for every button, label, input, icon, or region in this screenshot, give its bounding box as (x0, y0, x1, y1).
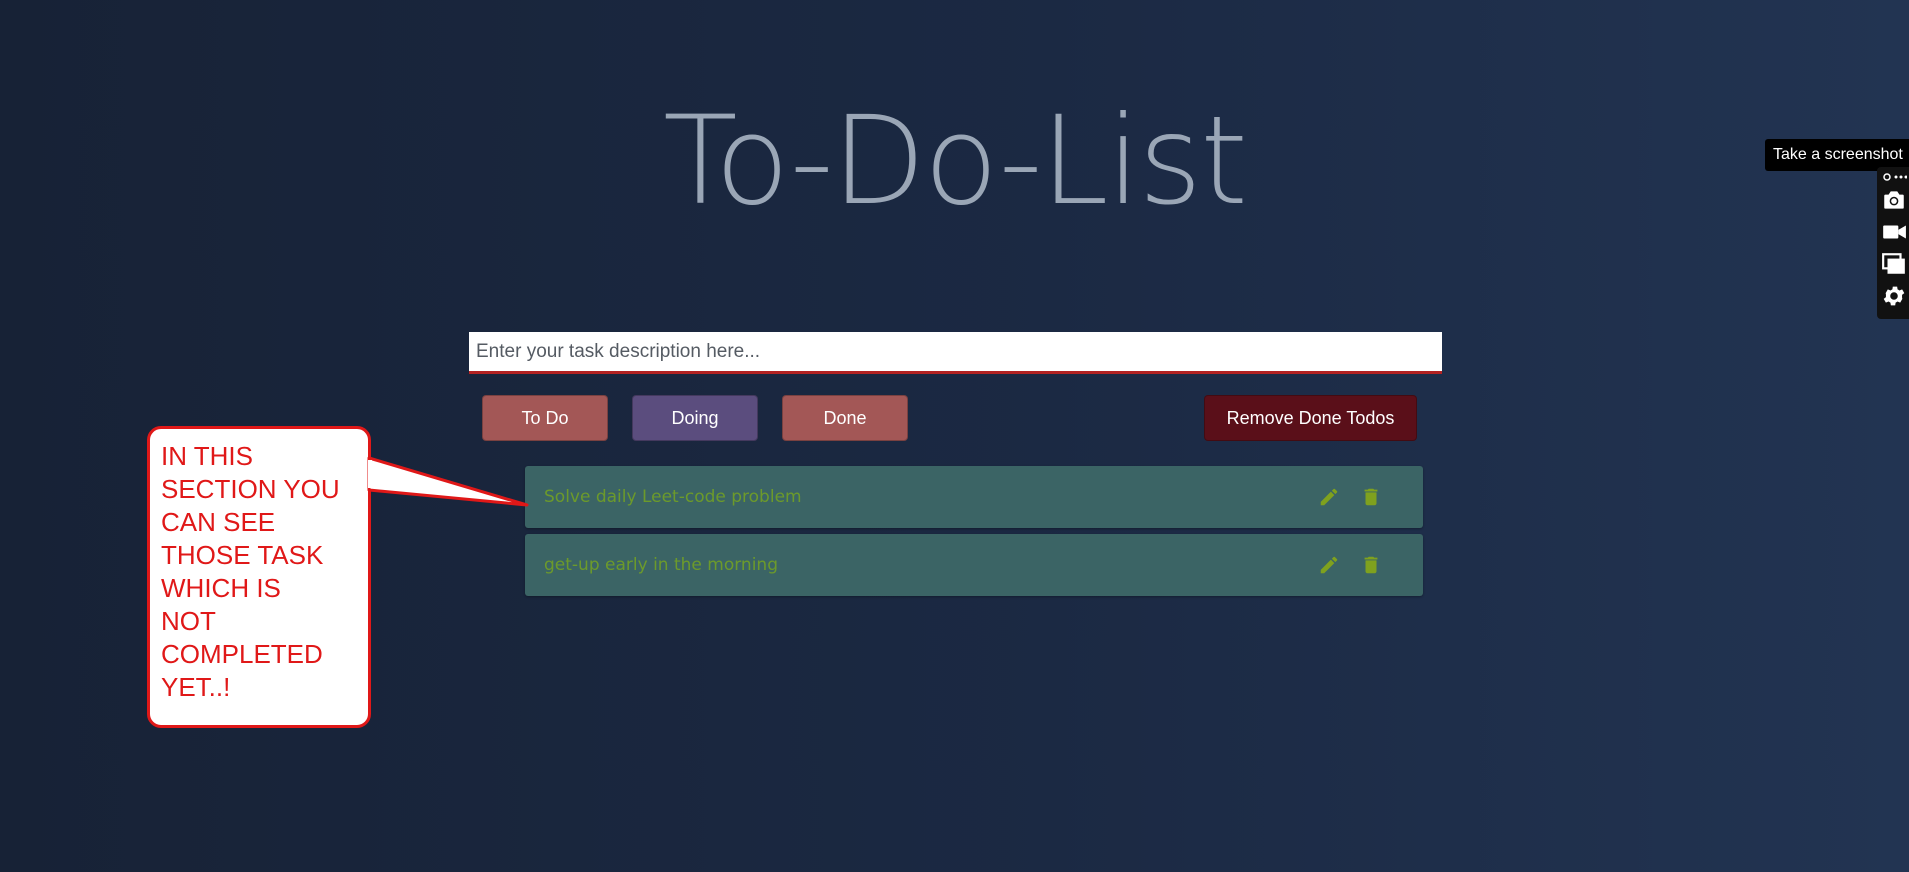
trash-icon[interactable] (1360, 486, 1382, 508)
pencil-icon[interactable] (1318, 486, 1340, 508)
done-filter-button[interactable]: Done (782, 395, 908, 441)
window-icon[interactable] (1881, 251, 1907, 277)
todo-filter-button[interactable]: To Do (482, 395, 608, 441)
annotation-text: IN THIS SECTION YOU CAN SEE THOSE TASK W… (161, 441, 340, 702)
gear-icon[interactable] (1881, 283, 1907, 309)
camera-icon[interactable] (1881, 187, 1907, 213)
more-icon[interactable] (1881, 169, 1907, 185)
doing-filter-button[interactable]: Doing (632, 395, 758, 441)
page-title: To-Do-List (663, 90, 1248, 232)
todo-item: Solve daily Leet-code problem (525, 466, 1423, 528)
todo-item: get-up early in the morning (525, 534, 1423, 596)
todo-item-text: Solve daily Leet-code problem (544, 487, 802, 507)
video-icon[interactable] (1881, 219, 1907, 245)
screenshot-toolbar (1877, 167, 1909, 319)
todo-item-text: get-up early in the morning (544, 555, 778, 575)
pencil-icon[interactable] (1318, 554, 1340, 576)
remove-done-todos-button[interactable]: Remove Done Todos (1204, 395, 1417, 441)
task-description-input[interactable] (469, 332, 1442, 374)
trash-icon[interactable] (1360, 554, 1382, 576)
